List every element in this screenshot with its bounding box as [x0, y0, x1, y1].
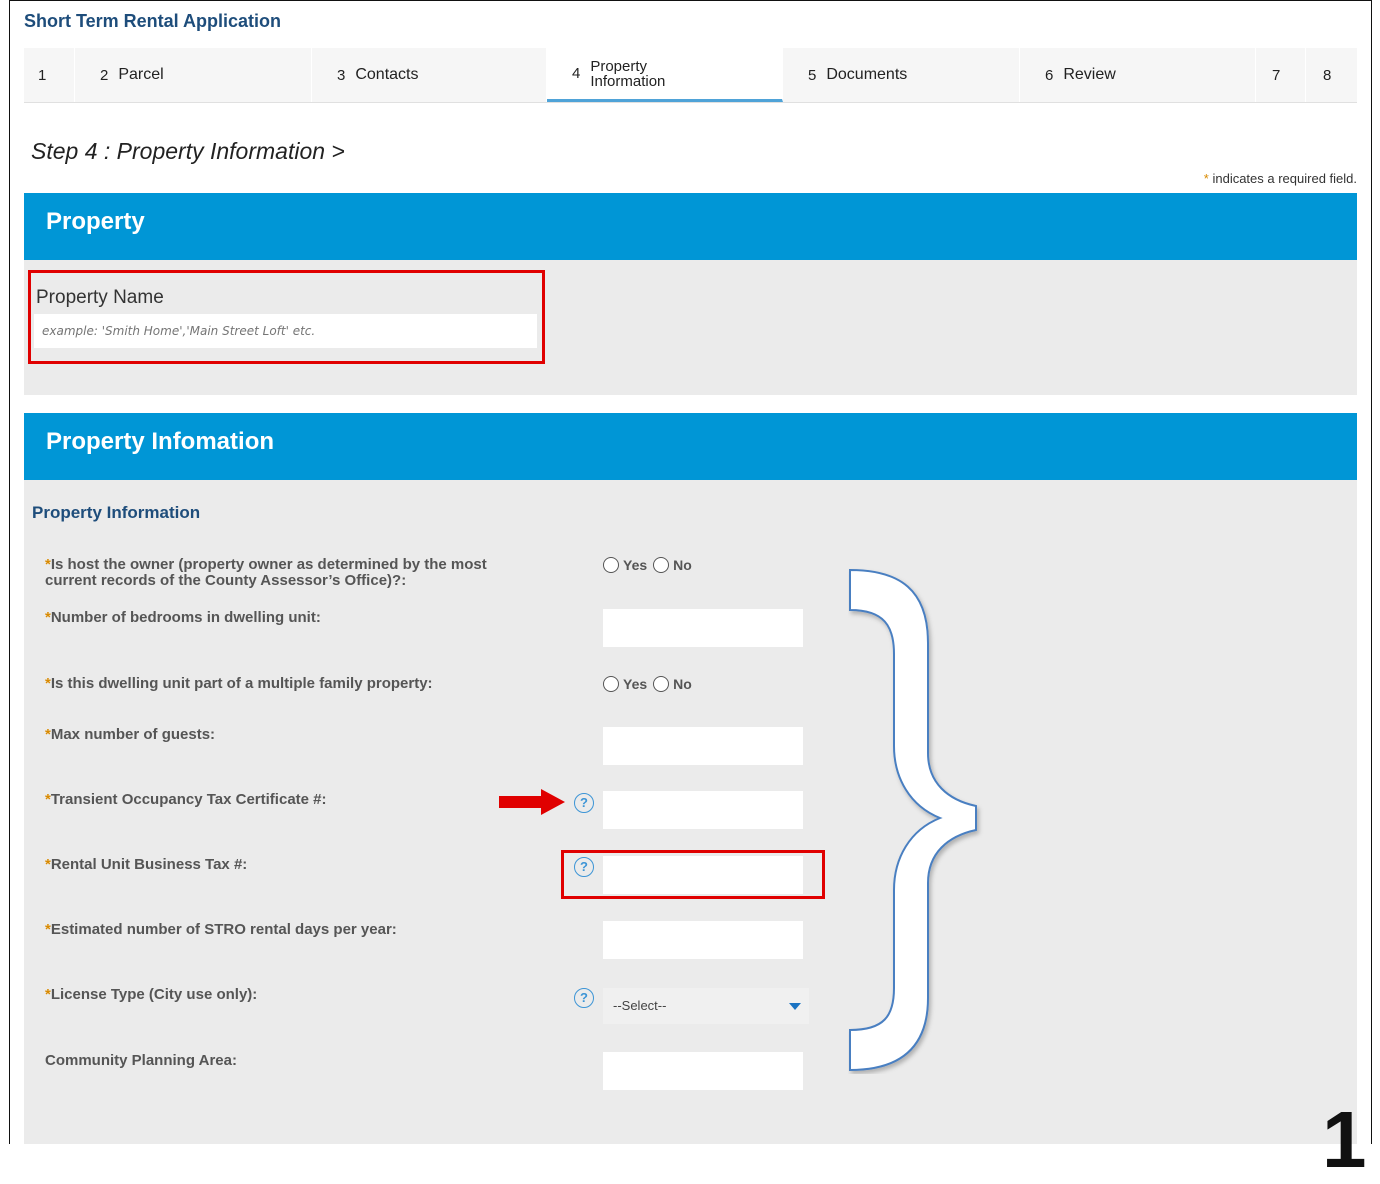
step-heading: Step 4 : Property Information >	[31, 138, 345, 164]
question-rental-days-label: *Estimated number of STRO rental days pe…	[45, 922, 397, 938]
step-label: Review	[1063, 66, 1116, 83]
step-number: 5	[808, 66, 817, 84]
application-title: Short Term Rental Application	[24, 11, 282, 31]
multi-family-yes-option[interactable]: Yes	[603, 676, 647, 692]
host-owner-yes-option[interactable]: Yes	[603, 557, 647, 573]
host-owner-radio-group: Yes No	[603, 557, 698, 573]
step-label: Property Information	[590, 59, 665, 89]
radio-button[interactable]	[603, 676, 619, 692]
property-information-section-header: Property Infomation	[24, 413, 1357, 480]
step-6-review[interactable]: 6 Review	[1020, 48, 1256, 102]
question-text-line1: Is host the owner (property owner as det…	[50, 556, 487, 573]
question-host-owner-label: *Is host the owner (property owner as de…	[45, 557, 487, 589]
step-4-property-information[interactable]: 4 Property Information	[547, 48, 783, 102]
radio-label: Yes	[623, 676, 648, 692]
step-7[interactable]: 7	[1256, 48, 1306, 102]
required-field-note: * indicates a required field.	[1204, 171, 1357, 186]
question-text: License Type (City use only):	[50, 986, 258, 1003]
chevron-down-icon	[789, 1003, 801, 1010]
radio-label: No	[673, 676, 692, 692]
multi-family-radio-group: Yes No	[603, 676, 698, 692]
step-5-documents[interactable]: 5 Documents	[783, 48, 1020, 102]
step-1[interactable]: 1	[24, 48, 75, 102]
radio-button[interactable]	[603, 557, 619, 573]
question-license-type-label: *License Type (City use only):	[45, 987, 257, 1003]
annotation-number: 1	[1322, 1095, 1367, 1184]
help-icon[interactable]: ?	[574, 793, 594, 813]
step-number: 3	[337, 66, 346, 84]
question-text: Estimated number of STRO rental days per…	[50, 921, 397, 938]
step-number: 8	[1323, 66, 1332, 84]
step-number: 7	[1272, 66, 1281, 84]
bedrooms-input[interactable]	[603, 609, 803, 647]
question-text: Community Planning Area:	[45, 1052, 237, 1069]
property-section-header: Property	[24, 193, 1357, 260]
question-max-guests-label: *Max number of guests:	[45, 727, 215, 743]
question-text: Number of bedrooms in dwelling unit:	[50, 609, 321, 626]
radio-label: No	[673, 557, 692, 573]
step-number: 6	[1045, 66, 1054, 84]
radio-label: Yes	[623, 557, 648, 573]
step-navigation: 1 2 Parcel 3 Contacts 4 Property Informa…	[24, 48, 1357, 103]
step-3-contacts[interactable]: 3 Contacts	[312, 48, 547, 102]
step-number: 2	[100, 66, 109, 84]
question-business-tax-label: *Rental Unit Business Tax #:	[45, 857, 247, 873]
question-tot-certificate-label: *Transient Occupancy Tax Certificate #:	[45, 792, 327, 808]
max-guests-input[interactable]	[603, 727, 803, 765]
tot-certificate-input[interactable]	[603, 791, 803, 829]
host-owner-no-option[interactable]: No	[653, 557, 692, 573]
step-number: 4	[572, 65, 581, 82]
question-text: Rental Unit Business Tax #:	[50, 856, 248, 873]
step-8[interactable]: 8	[1306, 48, 1357, 102]
question-text: Max number of guests:	[50, 726, 216, 743]
red-arrow-annotation	[499, 789, 565, 815]
rental-days-input[interactable]	[603, 921, 803, 959]
annotation-highlight-box	[561, 850, 825, 899]
step-2-parcel[interactable]: 2 Parcel	[75, 48, 312, 102]
annotation-highlight-box	[28, 270, 545, 364]
required-note-text: indicates a required field.	[1212, 171, 1357, 186]
question-text-line2: current records of the County Assessor’s…	[45, 572, 407, 589]
step-label: Documents	[826, 66, 908, 83]
license-type-select[interactable]: --Select--	[603, 988, 809, 1024]
radio-button[interactable]	[653, 557, 670, 573]
step-label-line2: Information	[590, 72, 666, 90]
step-number: 1	[38, 66, 47, 84]
select-value: --Select--	[613, 998, 667, 1013]
help-icon[interactable]: ?	[574, 988, 594, 1008]
question-multi-family-label: *Is this dwelling unit part of a multipl…	[45, 676, 433, 692]
question-text: Transient Occupancy Tax Certificate #:	[50, 791, 327, 808]
required-star: *	[1203, 171, 1209, 186]
property-information-subtitle: Property Information	[32, 503, 201, 522]
step-label: Contacts	[355, 66, 419, 83]
question-planning-area-label: Community Planning Area:	[45, 1053, 237, 1069]
radio-button[interactable]	[653, 676, 670, 692]
question-text: Is this dwelling unit part of a multiple…	[50, 675, 433, 692]
multi-family-no-option[interactable]: No	[653, 676, 692, 692]
planning-area-input[interactable]	[603, 1052, 803, 1090]
curly-brace-annotation	[849, 568, 977, 1072]
step-label: Parcel	[118, 66, 164, 83]
question-bedrooms-label: *Number of bedrooms in dwelling unit:	[45, 610, 321, 626]
